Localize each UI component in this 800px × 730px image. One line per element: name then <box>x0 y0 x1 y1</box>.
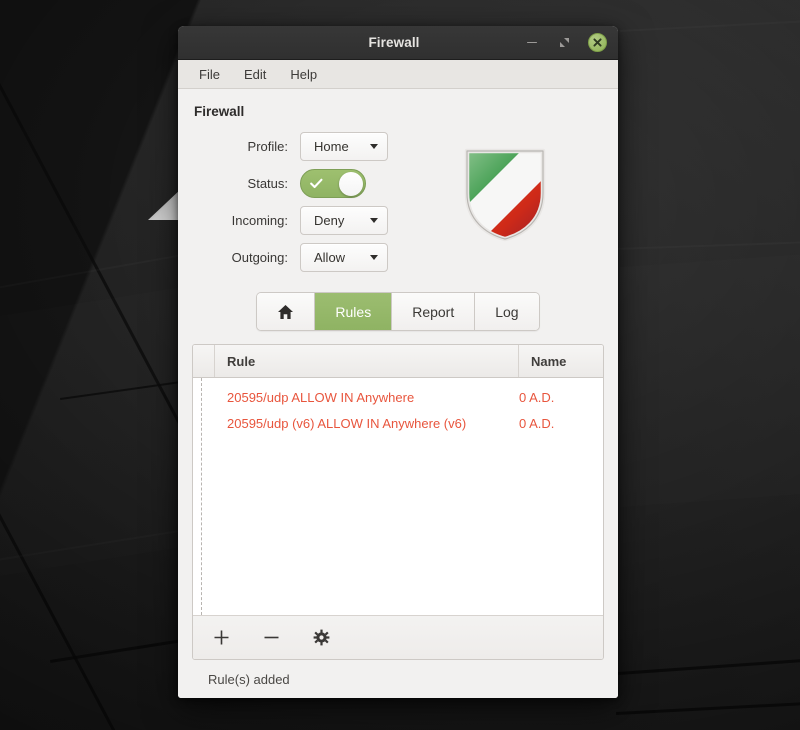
settings-area: Profile: Home Status: Incoming: Deny Out… <box>192 128 604 276</box>
tab-bar: Rules Report Log <box>192 292 604 331</box>
profile-label: Profile: <box>247 139 288 154</box>
tab-group: Rules Report Log <box>256 292 540 331</box>
profile-select[interactable]: Home <box>300 132 388 161</box>
incoming-label: Incoming: <box>231 213 288 228</box>
table-action-bar <box>193 615 603 659</box>
profile-value: Home <box>314 139 349 154</box>
setting-row-status: Status: <box>192 165 406 202</box>
column-header-index[interactable] <box>193 345 215 377</box>
row-rule: 20595/udp (v6) ALLOW IN Anywhere (v6) <box>227 415 467 431</box>
remove-rule-button[interactable] <box>260 627 282 649</box>
tab-home[interactable] <box>257 293 316 330</box>
outgoing-select[interactable]: Allow <box>300 243 388 272</box>
minimize-icon <box>527 41 537 44</box>
setting-row-outgoing: Outgoing: Allow <box>192 239 406 276</box>
shield-logo <box>406 128 604 244</box>
desktop-background: Firewall File Edit Help Firewall Profile… <box>0 0 800 730</box>
maximize-button[interactable] <box>556 35 572 51</box>
tab-rules[interactable]: Rules <box>315 293 393 330</box>
incoming-select[interactable]: Deny <box>300 206 388 235</box>
row-name: 0 A.D. <box>519 389 555 405</box>
menu-item-file[interactable]: File <box>190 64 229 85</box>
rule-settings-button[interactable] <box>310 627 332 649</box>
menu-item-edit[interactable]: Edit <box>235 64 275 85</box>
menu-item-help[interactable]: Help <box>281 64 326 85</box>
row-name: 0 A.D. <box>519 415 555 431</box>
close-button[interactable] <box>588 33 607 52</box>
minus-icon <box>264 636 278 639</box>
close-icon <box>593 38 602 47</box>
shield-icon <box>464 148 546 242</box>
outgoing-label: Outgoing: <box>231 250 288 265</box>
setting-row-incoming: Incoming: Deny <box>192 202 406 239</box>
column-header-rule[interactable]: Rule <box>215 345 519 377</box>
gear-icon <box>313 629 329 646</box>
chevron-down-icon <box>370 218 378 223</box>
status-bar: Rule(s) added <box>192 660 604 698</box>
setting-row-profile: Profile: Home <box>192 128 406 165</box>
check-icon <box>310 178 323 189</box>
minimize-button[interactable] <box>524 35 540 51</box>
focus-indicator <box>201 378 202 615</box>
table-row[interactable]: 20595/udp ALLOW IN Anywhere 0 A.D. <box>193 384 603 410</box>
chevron-down-icon <box>370 144 378 149</box>
table-header: Rule Name <box>193 345 603 378</box>
tab-report[interactable]: Report <box>392 293 476 330</box>
window-titlebar[interactable]: Firewall <box>178 26 618 60</box>
firewall-window: Firewall File Edit Help Firewall Profile… <box>178 26 618 698</box>
table-body[interactable]: 20595/udp ALLOW IN Anywhere 0 A.D. 20595… <box>193 378 603 615</box>
add-rule-button[interactable] <box>210 627 232 649</box>
window-title: Firewall <box>368 35 420 50</box>
status-toggle[interactable] <box>300 169 366 198</box>
home-icon <box>278 304 294 319</box>
toggle-knob <box>339 171 363 196</box>
rules-table: Rule Name 20595/udp ALLOW IN Anywhere 0 … <box>192 344 604 660</box>
window-controls <box>524 33 618 52</box>
page-title: Firewall <box>194 104 245 119</box>
maximize-icon <box>559 38 569 47</box>
plus-icon <box>214 630 228 645</box>
window-content: Firewall Profile: Home Status: Incoming:… <box>178 89 618 698</box>
column-header-name[interactable]: Name <box>519 345 603 377</box>
status-message: Rule(s) added <box>208 671 290 687</box>
status-label: Status: <box>247 176 288 191</box>
table-row[interactable]: 20595/udp (v6) ALLOW IN Anywhere (v6) 0 … <box>193 410 603 436</box>
settings-list: Profile: Home Status: Incoming: Deny Out… <box>192 128 406 276</box>
incoming-value: Deny <box>314 213 345 228</box>
chevron-down-icon <box>370 255 378 260</box>
row-rule: 20595/udp ALLOW IN Anywhere <box>227 389 415 405</box>
menu-bar: File Edit Help <box>178 60 618 89</box>
outgoing-value: Allow <box>314 250 346 265</box>
tab-log[interactable]: Log <box>475 293 539 330</box>
